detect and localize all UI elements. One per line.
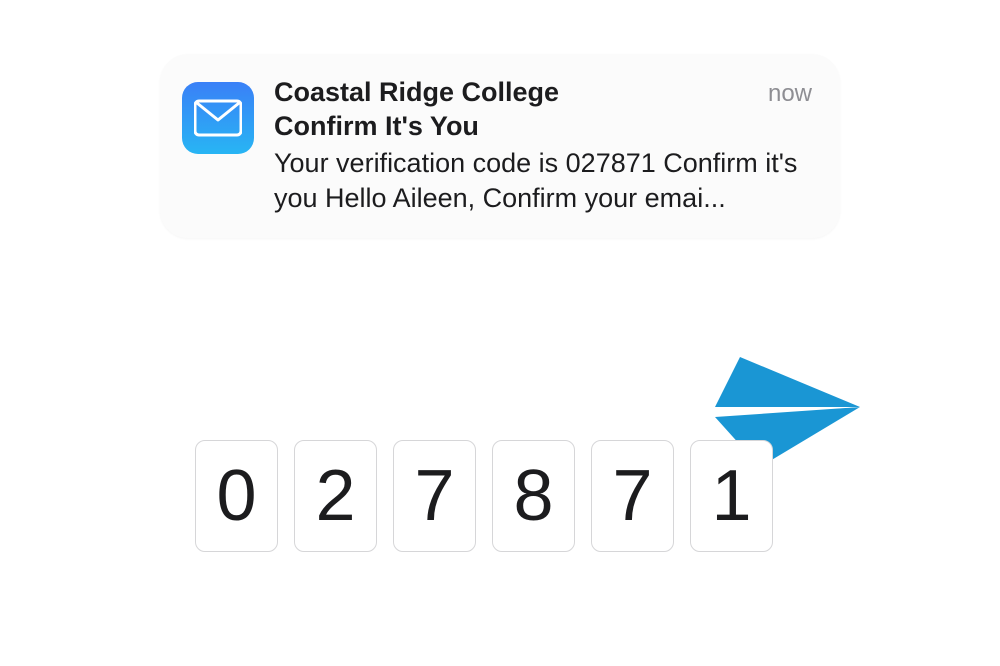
mail-icon — [194, 94, 242, 142]
code-digit-value: 1 — [711, 455, 751, 537]
notification-sender: Coastal Ridge College — [274, 76, 559, 110]
code-digit-1[interactable]: 0 — [195, 440, 278, 552]
notification-subject: Confirm It's You — [274, 110, 559, 144]
verification-code-input[interactable]: 0 2 7 8 7 1 — [195, 440, 773, 552]
code-digit-2[interactable]: 2 — [294, 440, 377, 552]
code-digit-value: 7 — [414, 455, 454, 537]
notification-body: Your verification code is 027871 Confirm… — [274, 146, 812, 216]
notification-card[interactable]: Coastal Ridge College Confirm It's You n… — [160, 54, 840, 238]
notification-content: Coastal Ridge College Confirm It's You n… — [274, 76, 812, 216]
code-digit-value: 7 — [612, 455, 652, 537]
code-digit-value: 8 — [513, 455, 553, 537]
mail-app-icon — [182, 82, 254, 154]
notification-header-row: Coastal Ridge College Confirm It's You n… — [274, 76, 812, 144]
code-digit-4[interactable]: 8 — [492, 440, 575, 552]
code-digit-3[interactable]: 7 — [393, 440, 476, 552]
notification-titles: Coastal Ridge College Confirm It's You — [274, 76, 559, 144]
code-digit-value: 0 — [216, 455, 256, 537]
code-digit-value: 2 — [315, 455, 355, 537]
code-digit-6[interactable]: 1 — [690, 440, 773, 552]
notification-timestamp: now — [768, 78, 812, 109]
code-digit-5[interactable]: 7 — [591, 440, 674, 552]
